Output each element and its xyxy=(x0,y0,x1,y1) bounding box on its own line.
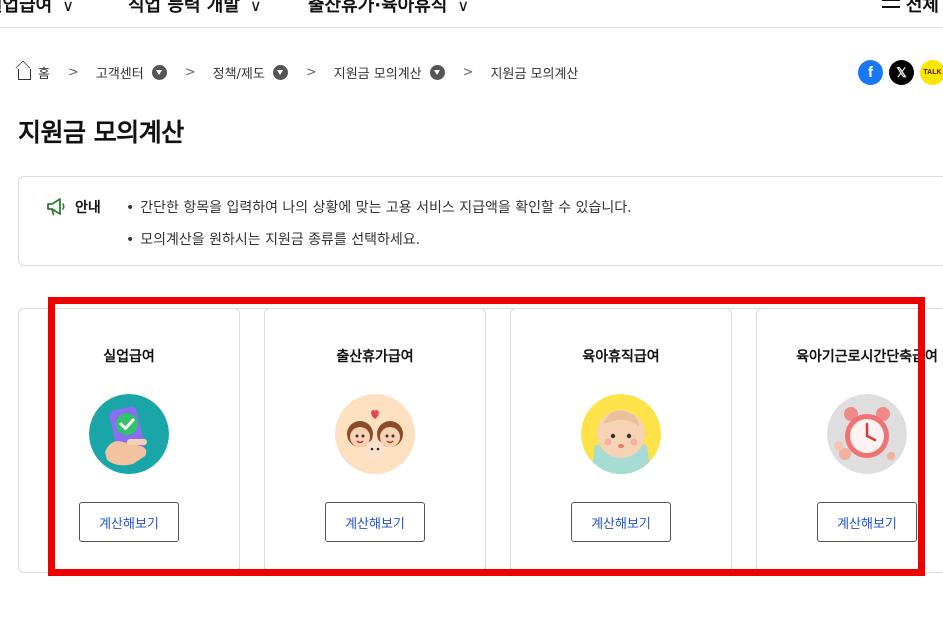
all-menu-label: 전체 xyxy=(905,0,939,16)
phone-check-icon xyxy=(89,394,169,474)
notice-box: 안내 간단한 항목을 입력하여 나의 상황에 맞는 고용 서비스 지급액을 확인… xyxy=(18,176,943,266)
chevron-right-icon: > xyxy=(184,64,196,80)
card-maternity-leave: 출산휴가급여 계산해보기 xyxy=(264,308,486,573)
hamburger-icon xyxy=(881,0,900,8)
notice-label: 안내 xyxy=(75,200,101,216)
x-twitter-icon[interactable]: 𝕏 xyxy=(889,60,914,85)
chevron-down-icon: ∨ xyxy=(62,0,74,15)
breadcrumb-item-policy[interactable]: 정책/제도 xyxy=(213,63,265,82)
breadcrumb-home[interactable]: 홈 xyxy=(38,63,50,82)
all-menu-button[interactable]: 전체 xyxy=(881,0,939,17)
nav-item-maternity[interactable]: 출산휴가·육아휴직 ∨ xyxy=(308,0,469,17)
baby-face-icon xyxy=(581,394,661,474)
breadcrumb-item-current: 지원금 모의계산 xyxy=(490,66,579,82)
notice-line: 간단한 항목을 입력하여 나의 상황에 맞는 고용 서비스 지급액을 확인할 수… xyxy=(126,197,631,217)
kakaotalk-icon[interactable]: TALK xyxy=(920,60,943,85)
card-title: 육아기근로시간단축급여 xyxy=(796,349,938,365)
facebook-icon[interactable]: f xyxy=(858,60,883,85)
nav-item-label: 출산휴가·육아휴직 xyxy=(308,0,448,16)
share-buttons: f 𝕏 TALK xyxy=(858,60,943,85)
dropdown-icon[interactable] xyxy=(272,64,288,80)
chevron-down-icon: ∨ xyxy=(457,0,470,15)
card-reduced-hours: 육아기근로시간단축급여 계산해보기 xyxy=(756,308,943,573)
card-title: 출산휴가급여 xyxy=(336,349,414,365)
notice-line: 모의계산을 원하시는 지원금 종류를 선택하세요. xyxy=(126,229,420,249)
chevron-down-icon: ∨ xyxy=(249,0,262,15)
nav-item-label: 실업급여 xyxy=(0,0,53,16)
chevron-right-icon: > xyxy=(462,64,474,80)
card-unemployment: 실업급여 계산해보기 xyxy=(18,308,240,573)
home-icon[interactable] xyxy=(18,69,31,80)
chevron-right-icon: > xyxy=(305,64,317,80)
breadcrumb-item-calculator[interactable]: 지원금 모의계산 xyxy=(334,63,422,82)
top-navigation: 실업급여 ∨ 직업 능력 개발 ∨ 출산휴가·육아휴직 ∨ 전체 xyxy=(0,0,943,28)
megaphone-icon xyxy=(47,198,65,216)
card-parental-leave: 육아휴직급여 계산해보기 xyxy=(510,308,732,573)
nav-item-job-skills[interactable]: 직업 능력 개발 ∨ xyxy=(128,0,262,17)
breadcrumb: 홈 > 고객센터 > 정책/제도 > 지원금 모의계산 > 지원금 모의계산 xyxy=(18,62,578,82)
calculate-button[interactable]: 계산해보기 xyxy=(325,502,425,542)
calculate-button[interactable]: 계산해보기 xyxy=(79,502,179,542)
page-title: 지원금 모의계산 xyxy=(18,118,184,147)
nav-item-label: 직업 능력 개발 xyxy=(128,0,240,16)
dropdown-icon[interactable] xyxy=(151,64,167,80)
breadcrumb-item-customer-center[interactable]: 고객센터 xyxy=(96,63,144,82)
calculate-button[interactable]: 계산해보기 xyxy=(571,502,671,542)
calculate-button[interactable]: 계산해보기 xyxy=(817,502,917,542)
card-title: 육아휴직급여 xyxy=(582,349,660,365)
chevron-right-icon: > xyxy=(67,64,79,80)
parents-baby-icon xyxy=(335,394,415,474)
card-title: 실업급여 xyxy=(103,349,155,365)
alarm-clock-icon xyxy=(827,394,907,474)
nav-item-unemployment[interactable]: 실업급여 ∨ xyxy=(0,0,74,17)
dropdown-icon[interactable] xyxy=(429,64,445,80)
